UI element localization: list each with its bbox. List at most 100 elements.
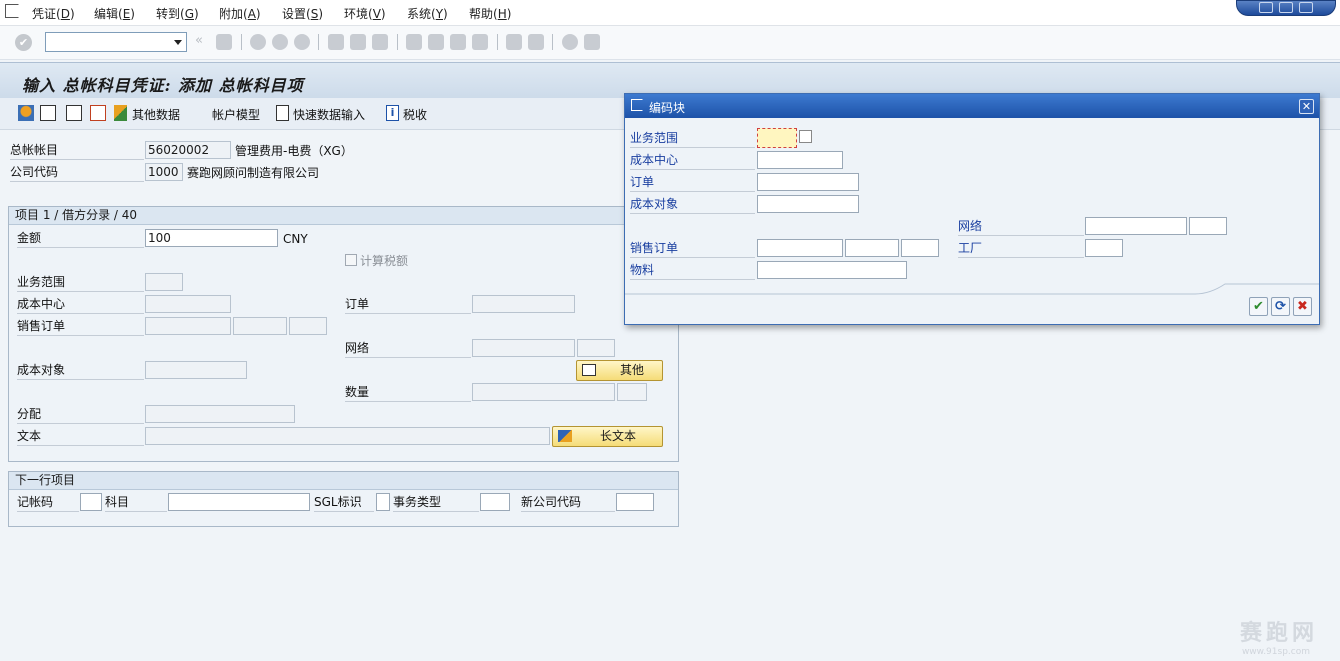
menu-environment[interactable]: 环境(V) xyxy=(344,5,386,22)
next-item-header: 下一行项目 xyxy=(9,472,678,490)
fast-entry-button[interactable]: 快速数据输入 xyxy=(293,106,365,123)
dialog-title: 编码块 xyxy=(649,101,686,115)
new-company-field[interactable] xyxy=(616,493,654,511)
chevron-down-icon[interactable] xyxy=(174,40,182,45)
sales-order-field[interactable] xyxy=(145,317,231,335)
watermark: 赛跑网 xyxy=(1239,620,1318,646)
back-icon[interactable] xyxy=(250,34,266,50)
other-data-icon[interactable] xyxy=(114,105,127,121)
enter-icon[interactable]: ✔ xyxy=(15,34,32,51)
dialog-icon xyxy=(631,99,643,111)
cancel-dialog-icon[interactable]: ✖ xyxy=(1293,297,1312,316)
unit-field[interactable] xyxy=(617,383,647,401)
print-icon[interactable] xyxy=(328,34,344,50)
document-forward-icon[interactable] xyxy=(66,105,82,121)
menu-extras[interactable]: 附加(A) xyxy=(219,5,261,22)
first-page-icon[interactable] xyxy=(406,34,422,50)
close-icon[interactable]: ✕ xyxy=(1299,99,1314,114)
network-field[interactable] xyxy=(472,339,575,357)
text-field[interactable] xyxy=(145,427,550,445)
menu-settings[interactable]: 设置(S) xyxy=(282,5,323,22)
layout-menu-icon[interactable] xyxy=(584,34,600,50)
account-field[interactable] xyxy=(168,493,310,511)
popup-plant-label: 工厂 xyxy=(958,240,1084,258)
refresh-icon[interactable]: ⟳ xyxy=(1271,297,1290,316)
exit-icon[interactable] xyxy=(5,4,19,18)
cancel-icon[interactable] xyxy=(294,34,310,50)
coding-block-dialog: 编码块 ✕ 业务范围 成本中心 订单 成本对象 网络 销售订单 工厂 物料 ✔ … xyxy=(624,93,1320,325)
popup-cost-object-label: 成本对象 xyxy=(630,196,755,214)
last-page-icon[interactable] xyxy=(472,34,488,50)
find-next-icon[interactable] xyxy=(372,34,388,50)
menu-goto[interactable]: 转到(G) xyxy=(156,5,199,22)
find-icon[interactable] xyxy=(350,34,366,50)
command-field[interactable] xyxy=(45,32,187,52)
business-area-field[interactable] xyxy=(145,273,183,291)
menu-document[interactable]: 凭证(D) xyxy=(32,5,75,22)
person-icon[interactable] xyxy=(18,105,34,121)
maximize-icon[interactable] xyxy=(1279,2,1293,13)
help-icon[interactable] xyxy=(562,34,578,50)
arrow-right-icon xyxy=(582,364,596,376)
previous-page-icon[interactable] xyxy=(428,34,444,50)
minimize-icon[interactable] xyxy=(1259,2,1273,13)
order-label: 订单 xyxy=(345,296,471,314)
order-field[interactable] xyxy=(472,295,575,313)
info-icon[interactable]: i xyxy=(386,105,399,121)
company-code-text: 赛跑网顾问制造有限公司 xyxy=(187,166,320,180)
menu-edit[interactable]: 编辑(E) xyxy=(94,5,135,22)
search-help-icon[interactable] xyxy=(799,130,812,143)
assignment-field[interactable] xyxy=(145,405,295,423)
new-session-icon[interactable] xyxy=(506,34,522,50)
long-text-button[interactable]: 长文本 xyxy=(552,426,663,447)
text-label: 文本 xyxy=(17,428,144,446)
popup-network-field[interactable] xyxy=(1085,217,1187,235)
sales-order-item-field[interactable] xyxy=(233,317,287,335)
transaction-type-field[interactable] xyxy=(480,493,510,511)
popup-cost-object-field[interactable] xyxy=(757,195,859,213)
exit-circle-icon[interactable] xyxy=(272,34,288,50)
back-double-icon: « xyxy=(195,33,203,48)
sales-order-schedule-field[interactable] xyxy=(289,317,327,335)
other-button[interactable]: 其他 xyxy=(576,360,663,381)
quantity-field[interactable] xyxy=(472,383,615,401)
document-back-icon[interactable] xyxy=(40,105,56,121)
gl-account-text: 管理费用-电费（XG） xyxy=(235,144,353,158)
popup-sales-order-field[interactable] xyxy=(757,239,843,257)
pencil-icon xyxy=(558,430,572,442)
menu-help[interactable]: 帮助(H) xyxy=(469,5,511,22)
copy-icon[interactable] xyxy=(90,105,106,121)
popup-material-field[interactable] xyxy=(757,261,907,279)
sgl-field[interactable] xyxy=(376,493,390,511)
popup-sales-order-item-field[interactable] xyxy=(845,239,899,257)
account-model-button[interactable]: 帐户模型 xyxy=(212,106,260,123)
posting-key-field[interactable] xyxy=(80,493,102,511)
amount-field[interactable]: 100 xyxy=(145,229,278,247)
other-data-button[interactable]: 其他数据 xyxy=(132,106,180,123)
network-activity-field[interactable] xyxy=(577,339,615,357)
cost-center-label: 成本中心 xyxy=(17,296,144,314)
shortcut-icon[interactable] xyxy=(528,34,544,50)
popup-network-activity-field[interactable] xyxy=(1189,217,1227,235)
menu-system[interactable]: 系统(Y) xyxy=(407,5,448,22)
tax-button[interactable]: 税收 xyxy=(403,106,427,123)
company-code-field[interactable]: 1000 xyxy=(145,163,183,181)
calc-tax-label: 计算税额 xyxy=(360,254,409,268)
confirm-icon[interactable]: ✔ xyxy=(1249,297,1268,316)
close-window-icon[interactable] xyxy=(1299,2,1313,13)
posting-key-label: 记帐码 xyxy=(17,494,79,512)
popup-plant-field[interactable] xyxy=(1085,239,1123,257)
popup-order-field[interactable] xyxy=(757,173,859,191)
next-page-icon[interactable] xyxy=(450,34,466,50)
popup-business-area-field[interactable] xyxy=(757,128,797,148)
gl-account-field[interactable]: 56020002 xyxy=(145,141,231,159)
cost-center-field[interactable] xyxy=(145,295,231,313)
fast-entry-icon[interactable] xyxy=(276,105,289,121)
calc-tax-checkbox[interactable] xyxy=(345,254,357,266)
popup-cost-center-label: 成本中心 xyxy=(630,152,755,170)
popup-cost-center-field[interactable] xyxy=(757,151,843,169)
sales-order-label: 销售订单 xyxy=(17,318,144,336)
cost-object-field[interactable] xyxy=(145,361,247,379)
save-icon[interactable] xyxy=(216,34,232,50)
popup-sales-order-schedule-field[interactable] xyxy=(901,239,939,257)
